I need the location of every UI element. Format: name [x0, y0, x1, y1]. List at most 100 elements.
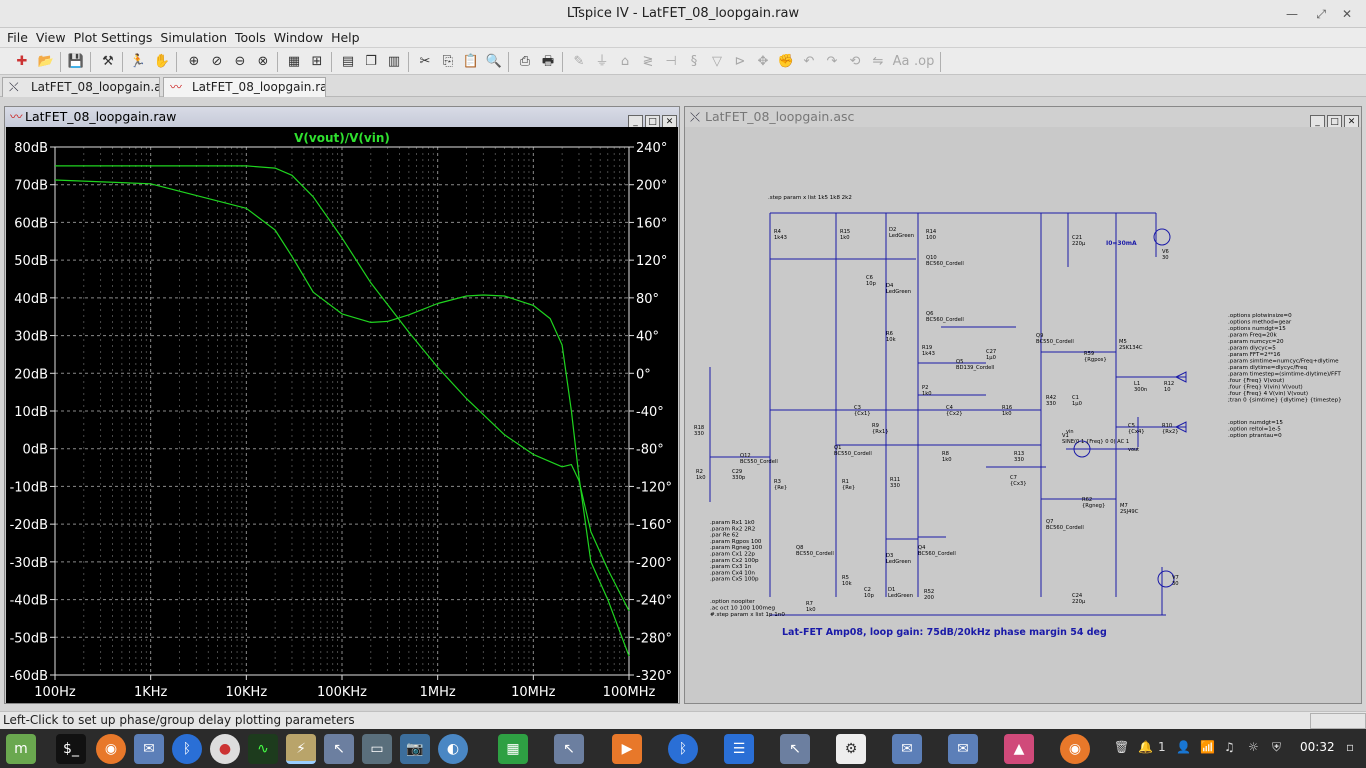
menu-window[interactable]: Window — [270, 28, 327, 47]
brightness-icon[interactable]: ☼ — [1248, 740, 1259, 754]
component-value: 10k — [842, 581, 852, 587]
terminal-icon[interactable]: $_ — [56, 734, 86, 764]
net-label-vout: vout — [1128, 447, 1139, 453]
menu-plot-settings[interactable]: Plot Settings — [70, 28, 157, 47]
tab-schematic[interactable]: ⤬ LatFET_08_loopgain.asc — [2, 77, 160, 97]
waveform-icon: 〰 — [10, 109, 23, 124]
schematic-caption: Lat-FET Amp08, loop gain: 75dB/20kHz pha… — [782, 627, 1107, 638]
user-icon[interactable]: 👤 — [1176, 740, 1191, 754]
find-icon[interactable]: 🔍 — [484, 52, 504, 72]
schematic-canvas[interactable]: R41k43R151k0D2LedGreenR14100Q10BC560_Cor… — [686, 127, 1360, 703]
app-window-icon[interactable]: ↖ — [324, 734, 354, 764]
firefox-icon-2[interactable]: ◉ — [1060, 734, 1090, 764]
x-tick-label: 10MHz — [511, 685, 556, 700]
mail-icon-3[interactable]: ✉ — [948, 734, 978, 764]
net-label-vin: vin — [1066, 429, 1074, 435]
y-tick-label-right: -240° — [636, 594, 672, 609]
x-tick-label: 10KHz — [225, 685, 267, 700]
tile-horizontal-icon[interactable]: ▤ — [338, 52, 358, 72]
open-icon[interactable]: 📂 — [36, 52, 56, 72]
bluetooth-icon[interactable]: ᛒ — [172, 734, 202, 764]
start-menu-icon[interactable]: m — [6, 734, 36, 764]
directive-line: .option numdgt=15 — [1228, 420, 1283, 426]
diode-icon: ▽ — [712, 54, 722, 69]
new-schematic-icon[interactable]: ✚ — [12, 52, 32, 72]
print-icon[interactable]: 🖶 — [538, 52, 558, 72]
plot-window-titlebar[interactable]: 〰 LatFET_08_loopgain.raw _ □ ✕ — [5, 107, 679, 129]
settings-icon[interactable]: ⚙ — [836, 734, 866, 764]
zoom-cancel-icon[interactable]: ⊗ — [253, 52, 273, 72]
document-icon[interactable]: ☰ — [724, 734, 754, 764]
clock[interactable]: 00:32 — [1300, 740, 1335, 754]
directive-line: .four {Freq} V(vin) V(vout) — [1228, 385, 1303, 391]
ltspice-icon[interactable]: ⚡ — [286, 734, 316, 764]
menu-view[interactable]: View — [32, 28, 70, 47]
media-player-icon[interactable]: ▶ — [612, 734, 642, 764]
fit-icon[interactable]: ⊞ — [307, 52, 327, 72]
autorange-icon[interactable]: ▦ — [284, 52, 304, 72]
mail-icon[interactable]: ✉ — [134, 734, 164, 764]
halt-icon[interactable]: ✋ — [152, 52, 172, 72]
directive-line: .param FFT=2**16 — [1228, 352, 1281, 358]
camera-icon[interactable]: 📷 — [400, 734, 430, 764]
minimize-icon[interactable]: — — [1286, 0, 1298, 28]
component-value: BC560_Cordell — [926, 261, 964, 267]
menu-help[interactable]: Help — [327, 28, 364, 47]
firefox-icon[interactable]: ◉ — [96, 734, 126, 764]
disk-icon[interactable]: ◐ — [438, 734, 468, 764]
component-value: 330 — [1014, 457, 1024, 463]
restore-icon[interactable]: ⤢ — [1316, 0, 1326, 28]
show-desktop-icon[interactable]: ▫ — [1346, 740, 1354, 754]
image-viewer-icon[interactable]: ▲ — [1004, 734, 1034, 764]
io-label: I0=30mA — [1106, 240, 1137, 247]
chrome-icon[interactable]: ● — [210, 734, 240, 764]
cascade-icon[interactable]: ❐ — [361, 52, 381, 72]
tab-waveform[interactable]: 〰 LatFET_08_loopgain.raw — [163, 77, 326, 97]
app-window-icon-3[interactable]: ↖ — [554, 734, 584, 764]
trash-icon[interactable]: 🗑 — [1114, 740, 1129, 754]
wire-icon: ✎ — [573, 54, 585, 69]
y-tick-label-left: -60dB — [10, 669, 48, 684]
menu-simulation[interactable]: Simulation — [156, 28, 231, 47]
component-value: BD139_Cordell — [956, 365, 994, 371]
notification-icon[interactable]: 🔔 — [1138, 740, 1153, 754]
close-icon[interactable]: ✕ — [1342, 0, 1352, 28]
print-setup-icon[interactable]: ⎙ — [515, 52, 535, 72]
oscilloscope-icon[interactable]: ∿ — [248, 734, 278, 764]
loop-gain-chart[interactable]: V(vout)/V(vin) 80dB 70dB 60dB 50dB 40dB 30dB 2… — [6, 127, 678, 703]
zoom-pan-icon[interactable]: ⊘ — [207, 52, 227, 72]
y-tick-label-left: -10dB — [10, 480, 48, 495]
schematic-window-titlebar[interactable]: ⤬ LatFET_08_loopgain.asc _ □ ✕ — [685, 107, 1361, 129]
directive-line: .param Cx4 10n — [710, 570, 755, 576]
zoom-in-icon[interactable]: ⊕ — [184, 52, 204, 72]
directive-line: .param Rgneg 100 — [710, 545, 763, 551]
audio-icon[interactable]: ♫ — [1224, 740, 1235, 754]
component-value: 10p — [864, 593, 875, 599]
directive-line: .option noopiter — [710, 599, 755, 605]
bluetooth-icon-2[interactable]: ᛒ — [668, 734, 698, 764]
workspace-count[interactable]: 1 — [1158, 740, 1166, 754]
step-directive: .step param x list 1k5 1k8 2k2 — [768, 195, 852, 201]
app-window-icon-4[interactable]: ↖ — [780, 734, 810, 764]
directive-line: .four {Freq} V(vout) — [1228, 378, 1284, 384]
run-icon[interactable]: 🏃 — [128, 52, 148, 72]
paste-icon[interactable]: 📋 — [461, 52, 481, 72]
wifi-icon[interactable]: 📶 — [1200, 740, 1215, 754]
copy-icon[interactable]: ⎘ — [438, 52, 458, 72]
menu-tools[interactable]: Tools — [231, 28, 270, 47]
shield-icon[interactable]: ⛨ — [1272, 740, 1281, 755]
control-panel-icon[interactable]: ⚒ — [98, 52, 118, 72]
cut-icon[interactable]: ✂ — [415, 52, 435, 72]
app-window-icon-2[interactable]: ▭ — [362, 734, 392, 764]
plot-window[interactable]: 〰 LatFET_08_loopgain.raw _ □ ✕ V(vout)/V(v… — [4, 106, 680, 704]
spreadsheet-icon[interactable]: ▦ — [498, 734, 528, 764]
menu-file[interactable]: File — [3, 28, 32, 47]
tile-vertical-icon[interactable]: ▥ — [384, 52, 404, 72]
save-icon[interactable]: 💾 — [66, 52, 86, 72]
mail-icon-2[interactable]: ✉ — [892, 734, 922, 764]
component-value: 1µ0 — [986, 355, 996, 361]
zoom-out-icon[interactable]: ⊖ — [230, 52, 250, 72]
schematic-window[interactable]: ⤬ LatFET_08_loopgain.asc _ □ ✕ R4 1k43 R15 1k… — [684, 106, 1362, 704]
y-tick-label-right: 120° — [636, 254, 667, 269]
taskbar: m $_ ◉ ✉ ᛒ ● ∿ ⚡ ↖ ▭ 📷 ◐ ▦ ↖ ▶ ᛒ ☰ ↖ ⚙ ✉… — [0, 729, 1366, 768]
